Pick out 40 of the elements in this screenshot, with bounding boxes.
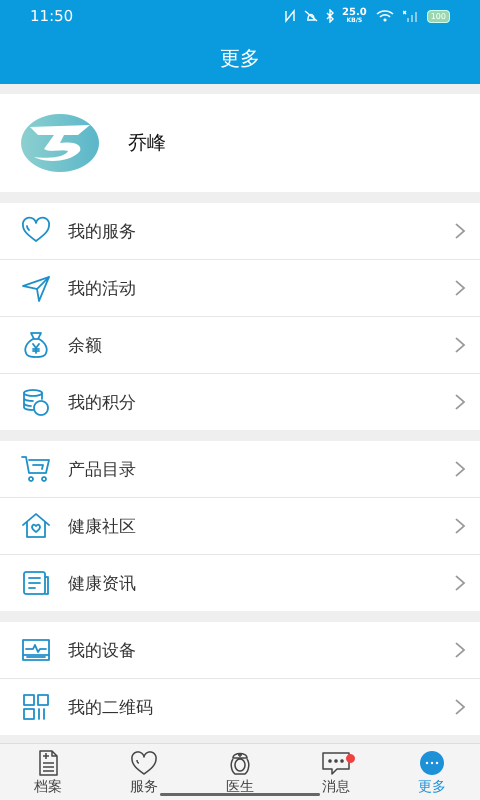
menu-item[interactable]: 我的设备 — [0, 622, 480, 678]
page-title: 更多 — [220, 44, 260, 72]
tab-item[interactable]: 医生 — [192, 744, 288, 800]
grid-icon — [20, 691, 52, 723]
cart-icon — [20, 453, 52, 485]
battery-icon: 100 — [426, 10, 450, 22]
coins-icon — [20, 386, 52, 418]
logo-icon — [20, 113, 100, 173]
tab-item[interactable]: 档案 — [0, 744, 96, 800]
tab-item[interactable]: 消息 — [288, 744, 384, 800]
chevron-right-icon — [454, 641, 466, 659]
menu-item[interactable]: 我的积分 — [0, 373, 480, 430]
chevron-right-icon — [454, 279, 466, 297]
chevron-right-icon — [454, 460, 466, 478]
home-indicator[interactable] — [160, 793, 320, 796]
signal-icon — [402, 9, 419, 23]
status-time: 11:50 — [30, 7, 74, 25]
chevron-right-icon — [454, 698, 466, 716]
menu-item[interactable]: 余额 — [0, 316, 480, 373]
chevron-right-icon — [454, 336, 466, 354]
more-icon — [417, 748, 447, 776]
menu-item[interactable]: 我的活动 — [0, 259, 480, 316]
network-speed-value: 25.0 — [342, 8, 367, 18]
chevron-right-icon — [454, 517, 466, 535]
heart-icon — [129, 748, 159, 776]
user-name: 乔峰 — [128, 131, 166, 156]
nfc-icon — [284, 9, 296, 23]
chevron-right-icon — [454, 574, 466, 592]
chevron-right-icon — [454, 393, 466, 411]
tab-item[interactable]: 服务 — [96, 744, 192, 800]
muted-bell-icon — [304, 9, 318, 23]
chevron-right-icon — [454, 222, 466, 240]
menu-item[interactable]: 健康社区 — [0, 497, 480, 554]
menu-item[interactable]: 我的服务 — [0, 203, 480, 259]
menu-item[interactable]: 健康资讯 — [0, 554, 480, 611]
bluetooth-icon — [326, 9, 334, 23]
wifi-icon — [374, 9, 395, 23]
menu-item[interactable]: 产品目录 — [0, 441, 480, 497]
menu-item[interactable]: 我的二维码 — [0, 678, 480, 735]
profile-card[interactable]: 乔峰 — [0, 94, 480, 192]
